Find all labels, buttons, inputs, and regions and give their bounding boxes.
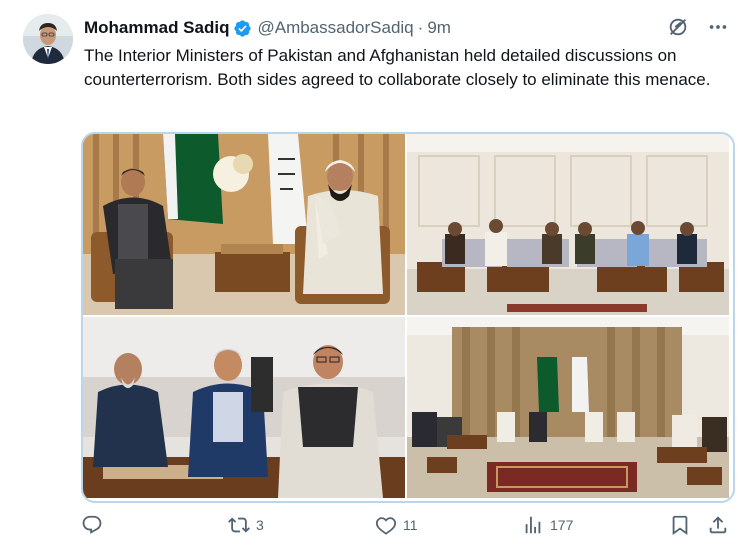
header-actions <box>667 16 729 38</box>
heart-icon <box>375 517 397 535</box>
analytics-icon <box>525 516 541 534</box>
photo-3[interactable] <box>83 317 405 498</box>
views-count: 177 <box>550 517 574 533</box>
retweet-button[interactable]: 3 <box>228 514 264 536</box>
views-button[interactable]: 177 <box>522 514 573 536</box>
media-grid <box>81 132 735 503</box>
author-name[interactable]: Mohammad Sadiq <box>84 18 229 38</box>
meeting-photo-2 <box>407 134 729 315</box>
reply-icon <box>82 515 102 534</box>
profile-photo <box>23 14 73 64</box>
tweet-header: Mohammad Sadiq @AmbassadorSadiq · 9m <box>84 17 451 39</box>
tweet[interactable]: Mohammad Sadiq @AmbassadorSadiq · 9m The… <box>0 0 751 554</box>
photo-2[interactable] <box>407 134 729 315</box>
retweet-icon <box>228 517 250 533</box>
avatar[interactable] <box>23 14 73 64</box>
share-icon <box>709 516 727 534</box>
photo-4[interactable] <box>407 317 729 498</box>
share-button[interactable] <box>707 514 729 536</box>
timestamp[interactable]: 9m <box>427 18 451 38</box>
meeting-photo-1 <box>83 134 405 315</box>
meeting-photo-3 <box>83 317 405 498</box>
retweet-count: 3 <box>256 517 264 533</box>
action-bar: 3 11 177 <box>81 510 731 544</box>
verified-badge-icon[interactable] <box>233 19 252 38</box>
grok-icon[interactable] <box>667 16 689 38</box>
tweet-text: The Interior Ministers of Pakistan and A… <box>84 46 711 89</box>
like-count: 11 <box>403 517 418 533</box>
dot-separator: · <box>417 18 424 37</box>
bookmark-button[interactable] <box>669 514 691 536</box>
reply-button[interactable] <box>81 514 109 536</box>
author-handle[interactable]: @AmbassadorSadiq <box>257 18 413 38</box>
meeting-photo-4 <box>407 317 729 498</box>
bookmark-icon <box>672 515 688 536</box>
photo-1[interactable] <box>83 134 405 315</box>
like-button[interactable]: 11 <box>375 514 418 536</box>
more-icon[interactable] <box>707 16 729 38</box>
